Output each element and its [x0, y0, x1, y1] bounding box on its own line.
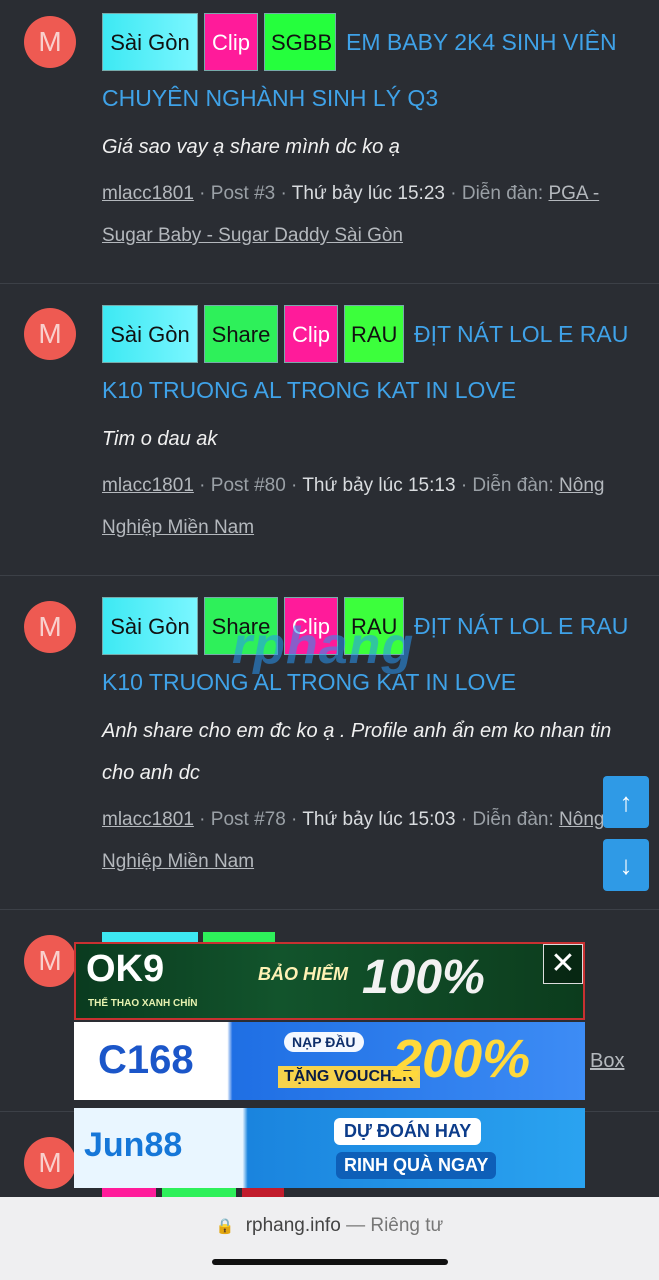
tag-rau[interactable]: RAU [344, 305, 404, 363]
ok9-tagline: THỂ THAO XANH CHÍN [88, 998, 198, 1009]
post-number[interactable]: · Post #78 · [199, 809, 297, 830]
thread-title-line2[interactable]: CHUYÊN NGHÀNH SINH LÝ Q3 [102, 84, 639, 112]
thread-title-text[interactable]: ĐỊT NÁT LOL E RAU [414, 320, 628, 348]
username-link[interactable]: mlacc1801 [102, 183, 194, 204]
thread-title-line2[interactable]: K10 TRUONG AL TRONG KAT IN LOVE [102, 376, 639, 404]
post-meta: mlacc1801 · Post #3 · Thứ bảy lúc 15:23 … [102, 173, 639, 257]
tag-saigon[interactable]: Sài Gòn [102, 13, 198, 71]
tag-saigon[interactable]: Sài Gòn [102, 597, 198, 655]
lock-icon: 🔒 [215, 1218, 235, 1235]
forum-label: · Diễn đàn: [460, 475, 554, 496]
avatar[interactable]: M [24, 935, 76, 987]
post-number[interactable]: · Post #80 · [199, 475, 297, 496]
thread-title[interactable]: Sài Gòn Share Clip RAU ĐỊT NÁT LOL E RAU [102, 305, 639, 363]
ad-banner-jun88[interactable]: Jun88 DỰ ĐOÁN HAY RINH QUÀ NGAY [74, 1108, 585, 1188]
ad-banner-ok9[interactable]: OK9 THỂ THAO XANH CHÍN BẢO HIỂM 100% [74, 942, 585, 1020]
avatar[interactable]: M [24, 1137, 76, 1189]
private-mode-label: Riêng tư [370, 1215, 444, 1236]
post-date: Thứ bảy lúc 15:03 [302, 809, 456, 830]
post-excerpt-line2: cho anh dc [102, 762, 200, 784]
ok9-slogan: BẢO HIỂM [258, 964, 348, 984]
forum-label: · Diễn đàn: [450, 183, 544, 204]
ok9-percent: 100% [362, 951, 485, 1004]
tag-saigon[interactable]: Sài Gòn [102, 305, 198, 363]
tag-sgbb[interactable]: SGBB [264, 13, 336, 71]
tag-share[interactable]: Share [204, 305, 278, 363]
home-indicator[interactable] [212, 1259, 448, 1265]
ok9-logo: OK9 [86, 948, 165, 990]
domain-text: rphang.info [245, 1215, 341, 1236]
scroll-up-button[interactable]: ↑ [603, 776, 649, 828]
c168-slogan-1: NẠP ĐẦU [284, 1032, 364, 1052]
jun88-logo: Jun88 [84, 1126, 183, 1164]
url-display[interactable]: 🔒 rphang.info — Riêng tư [0, 1215, 659, 1237]
post-excerpt: Tim o dau ak [102, 428, 218, 450]
post-excerpt: Anh share cho em đc ko ạ . Profile anh ẩ… [102, 720, 612, 742]
box-link[interactable]: Box [590, 1050, 624, 1073]
c168-logo: C168 [98, 1038, 194, 1082]
jun88-slogan-2: RINH QUÀ NGAY [336, 1152, 497, 1179]
url-separator: — [346, 1215, 366, 1236]
post-meta: mlacc1801 · Post #78 · Thứ bảy lúc 15:03… [102, 799, 639, 883]
thread-title-text[interactable]: ĐỊT NÁT LOL E RAU [414, 612, 628, 640]
tag-clip[interactable]: Clip [204, 13, 258, 71]
post-number[interactable]: · Post #3 · [199, 183, 287, 204]
post-date: Thứ bảy lúc 15:13 [302, 475, 456, 496]
post-item: M Sài Gòn Clip SGBB EM BABY 2K4 SINH VIÊ… [0, 0, 659, 284]
scroll-down-button[interactable]: ↓ [603, 839, 649, 891]
username-link[interactable]: mlacc1801 [102, 809, 194, 830]
avatar[interactable]: M [24, 16, 76, 68]
thread-title[interactable]: Sài Gòn Clip SGBB EM BABY 2K4 SINH VIÊN [102, 13, 639, 71]
post-meta: mlacc1801 · Post #80 · Thứ bảy lúc 15:13… [102, 465, 639, 549]
avatar[interactable]: M [24, 601, 76, 653]
site-watermark: rphang [232, 617, 415, 675]
post-date: Thứ bảy lúc 15:23 [291, 183, 445, 204]
post-item: M Sài Gòn Share Clip RAU ĐỊT NÁT LOL E R… [0, 284, 659, 576]
browser-address-bar[interactable]: 🔒 rphang.info — Riêng tư [0, 1197, 659, 1280]
avatar[interactable]: M [24, 308, 76, 360]
ad-banner-c168[interactable]: C168 NẠP ĐẦU TẶNG VOUCHER 200% [74, 1022, 585, 1100]
post-excerpt: Giá sao vay ạ share mình dc ko ạ [102, 136, 400, 158]
jun88-slogan-1: DỰ ĐOÁN HAY [334, 1118, 482, 1145]
thread-title-text[interactable]: EM BABY 2K4 SINH VIÊN [346, 28, 617, 56]
forum-label: · Diễn đàn: [460, 809, 554, 830]
username-link[interactable]: mlacc1801 [102, 475, 194, 496]
c168-percent: 200% [392, 1029, 531, 1089]
tag-clip[interactable]: Clip [284, 305, 338, 363]
close-ad-button[interactable]: ✕ [543, 944, 583, 984]
